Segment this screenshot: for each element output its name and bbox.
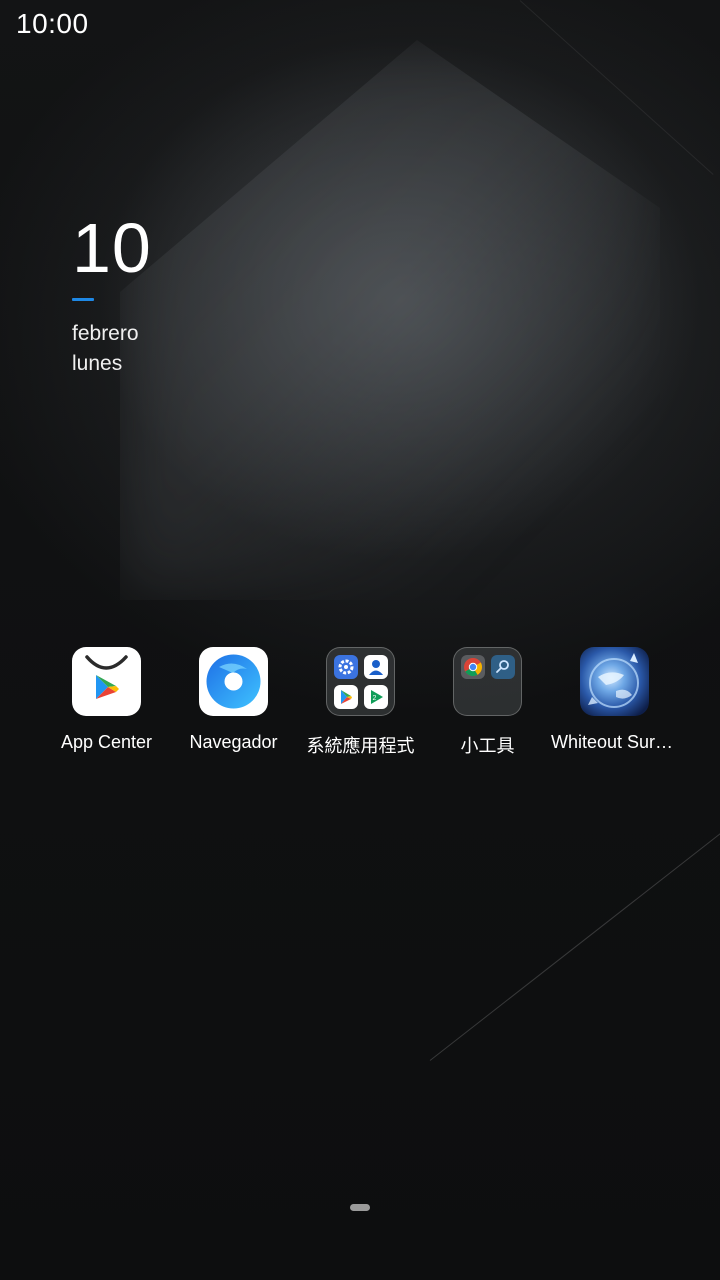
app-label: App Center xyxy=(60,732,153,752)
chrome-icon xyxy=(461,655,485,679)
home-screen: 10:00 10 febrero lunes App Center Navega… xyxy=(0,0,720,1280)
app-app-center[interactable]: App Center xyxy=(43,647,170,767)
app-navegador[interactable]: Navegador xyxy=(170,647,297,767)
app-row: App Center Navegador 2 系統應用程式 小工具 Whiteo… xyxy=(43,647,679,767)
status-time: 10:00 xyxy=(16,8,89,39)
folder-icon xyxy=(453,647,522,716)
play-store-bag-icon xyxy=(72,647,141,716)
clock-accent-bar xyxy=(72,298,94,301)
clock-day: 10 xyxy=(72,209,152,287)
folder-icon: 2 xyxy=(326,647,395,716)
app-label: Whiteout Survi… xyxy=(551,732,678,752)
app-label: 小工具 xyxy=(460,736,515,756)
app-whiteout-survival[interactable]: Whiteout Survi… xyxy=(551,647,678,767)
clock-month: febrero xyxy=(72,322,139,345)
browser-icon xyxy=(199,647,268,716)
navigation-handle[interactable] xyxy=(350,1204,370,1211)
search-icon xyxy=(491,655,515,679)
app-label: Navegador xyxy=(189,732,278,752)
app-folder-system-apps[interactable]: 2 系統應用程式 xyxy=(297,647,424,767)
settings-icon xyxy=(334,655,358,679)
clock-widget[interactable]: 10 febrero lunes xyxy=(72,208,152,379)
app-folder-tools[interactable]: 小工具 xyxy=(424,647,551,767)
play-store-icon xyxy=(334,685,358,709)
app-label: 系統應用程式 xyxy=(306,736,415,756)
clock-weekday: lunes xyxy=(72,352,123,375)
wallpaper-glow xyxy=(120,40,660,600)
game-globe-icon xyxy=(580,647,649,716)
svg-text:2: 2 xyxy=(373,695,377,702)
wallpaper-line xyxy=(429,801,720,1061)
contacts-icon xyxy=(364,655,388,679)
play-games-icon: 2 xyxy=(364,685,388,709)
